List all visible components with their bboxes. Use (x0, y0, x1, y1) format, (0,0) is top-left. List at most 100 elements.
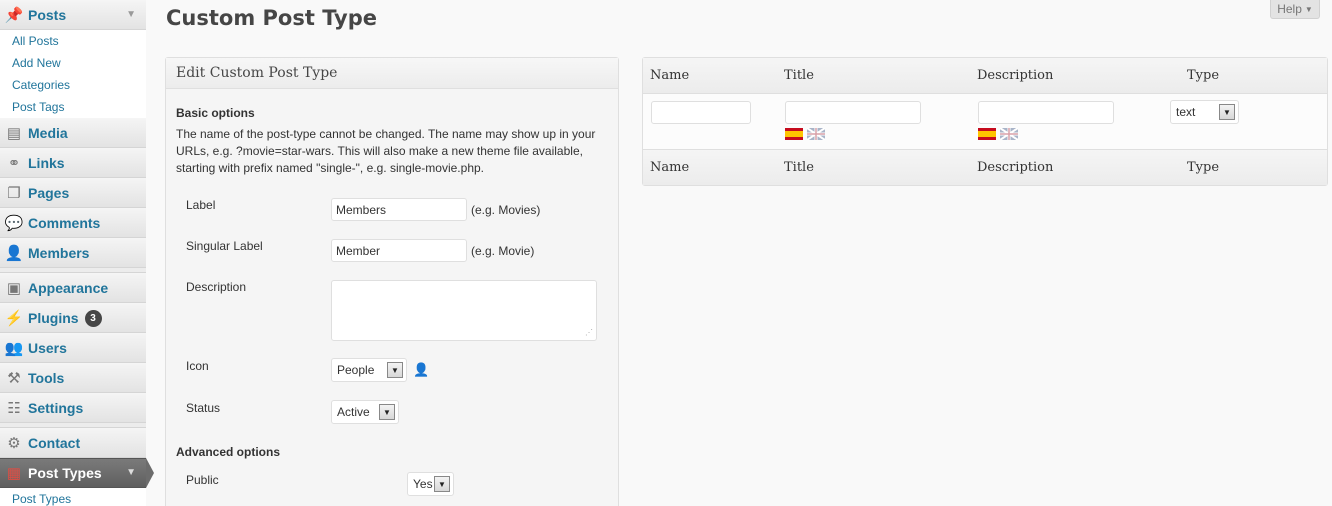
new-field-row: text ▼ (643, 93, 1327, 150)
person-icon: 👤 (4, 245, 24, 262)
plugin-icon: ⚡ (4, 310, 24, 327)
users-icon: 👥 (4, 340, 24, 357)
menu-members[interactable]: 👤 Members (0, 238, 146, 268)
public-select[interactable]: Yes ▼ (407, 472, 454, 496)
menu-links[interactable]: ⚭ Links (0, 148, 146, 178)
menu-users[interactable]: 👥 Users (0, 333, 146, 363)
media-icon: ▤ (6, 125, 22, 142)
menu-tools-label: Tools (28, 370, 65, 386)
public-field-label: Public (186, 473, 219, 487)
menu-posts[interactable]: 📌 Posts ▼ (0, 0, 146, 30)
menu-settings-label: Settings (28, 400, 84, 416)
status-field-label: Status (186, 401, 221, 415)
submenu-add-new[interactable]: Add New (0, 52, 146, 74)
appearance-icon: ▣ (6, 280, 22, 297)
menu-media-label: Media (28, 125, 68, 141)
menu-links-label: Links (28, 155, 65, 171)
singular-label-input[interactable] (331, 239, 467, 262)
column-footer-description: Description (977, 160, 1054, 175)
column-header-title: Title (784, 68, 814, 83)
menu-members-label: Members (28, 245, 90, 261)
posts-submenu: All Posts Add New Categories Post Tags (0, 30, 146, 119)
uk-flag-icon[interactable] (807, 128, 825, 140)
contact-icon: ⚙ (7, 435, 21, 452)
uk-flag-icon[interactable] (1000, 128, 1018, 140)
table-footer: Name Title Description Type (643, 150, 1327, 185)
menu-pages[interactable]: ❐ Pages (0, 178, 146, 208)
column-footer-name: Name (650, 160, 690, 175)
current-menu-pointer (146, 458, 154, 488)
icon-field-label: Icon (186, 359, 209, 373)
status-select-value: Active (337, 405, 370, 419)
chevron-down-icon[interactable]: ▼ (126, 467, 136, 478)
advanced-options-title: Advanced options (176, 445, 281, 459)
menu-users-label: Users (28, 340, 67, 356)
menu-comments[interactable]: 💬 Comments (0, 208, 146, 238)
basic-options-title: Basic options (176, 106, 255, 120)
menu-posts-label: Posts (28, 7, 67, 23)
submenu-post-tags[interactable]: Post Tags (0, 96, 146, 118)
dropdown-arrow-icon: ▼ (434, 476, 450, 492)
field-title-input[interactable] (785, 101, 921, 124)
tools-icon: ⚒ (7, 370, 21, 387)
post-types-icon: ▦ (6, 465, 22, 482)
post-types-submenu: Post Types (0, 488, 146, 506)
menu-settings[interactable]: ☷ Settings (0, 393, 146, 423)
column-header-type: Type (1187, 68, 1220, 83)
submenu-post-types[interactable]: Post Types (0, 488, 146, 506)
column-header-description: Description (977, 68, 1054, 83)
column-footer-type: Type (1187, 160, 1220, 175)
admin-sidebar: 📌 Posts ▼ All Posts Add New Categories P… (0, 0, 146, 506)
menu-post-types[interactable]: ▦ Post Types ▼ (0, 458, 146, 488)
description-textarea[interactable]: ⋰ (331, 280, 597, 341)
help-tab[interactable]: Help ▼ (1270, 0, 1320, 19)
spanish-flag-icon[interactable] (785, 128, 803, 140)
dropdown-arrow-icon: ▼ (1219, 104, 1235, 120)
menu-tools[interactable]: ⚒ Tools (0, 363, 146, 393)
person-icon: 👤 (413, 362, 430, 377)
label-field-label: Label (186, 198, 216, 212)
field-type-select[interactable]: text ▼ (1170, 100, 1239, 124)
table-header: Name Title Description Type (643, 58, 1327, 93)
menu-appearance[interactable]: ▣ Appearance (0, 273, 146, 303)
icon-select[interactable]: People ▼ (331, 358, 407, 382)
menu-plugins[interactable]: ⚡ Plugins 3 (0, 303, 146, 333)
menu-pages-label: Pages (28, 185, 70, 201)
public-select-value: Yes (413, 477, 433, 491)
icon-select-value: People (337, 363, 375, 377)
basic-options-help: The name of the post-type cannot be chan… (176, 127, 596, 175)
submenu-categories[interactable]: Categories (0, 74, 146, 96)
field-name-input[interactable] (651, 101, 751, 124)
dropdown-arrow-icon: ▼ (379, 404, 395, 420)
menu-media[interactable]: ▤ Media (0, 118, 146, 148)
comment-icon: 💬 (4, 215, 24, 232)
field-description-input[interactable] (978, 101, 1114, 124)
edit-post-type-panel: Edit Custom Post Type Basic options The … (165, 57, 619, 506)
settings-icon: ☷ (7, 400, 21, 417)
menu-contact-label: Contact (28, 435, 81, 451)
submenu-all-posts[interactable]: All Posts (0, 30, 146, 52)
menu-comments-label: Comments (28, 215, 101, 231)
singular-label-field-label: Singular Label (186, 239, 263, 253)
resize-grip-icon[interactable]: ⋰ (585, 328, 593, 337)
label-hint: (e.g. Movies) (471, 203, 541, 217)
help-tab-label: Help (1277, 2, 1302, 16)
field-type-value: text (1176, 105, 1196, 119)
column-header-name: Name (650, 68, 690, 83)
spanish-flag-icon[interactable] (978, 128, 996, 140)
label-input[interactable] (331, 198, 467, 221)
menu-contact[interactable]: ⚙ Contact (0, 428, 146, 458)
post-type-fields-table: Name Title Description Type text ▼ Name … (642, 57, 1328, 186)
chevron-down-icon[interactable]: ▼ (126, 9, 136, 20)
dropdown-arrow-icon: ▼ (387, 362, 403, 378)
pushpin-icon: 📌 (4, 7, 24, 24)
singular-label-hint: (e.g. Movie) (471, 244, 535, 258)
menu-appearance-label: Appearance (28, 280, 109, 296)
menu-post-types-label: Post Types (28, 465, 102, 481)
description-field-label: Description (186, 280, 247, 294)
link-icon: ⚭ (7, 155, 21, 172)
menu-plugins-label: Plugins (28, 310, 79, 326)
pages-icon: ❐ (7, 185, 21, 202)
update-count-badge: 3 (84, 309, 102, 327)
status-select[interactable]: Active ▼ (331, 400, 399, 424)
